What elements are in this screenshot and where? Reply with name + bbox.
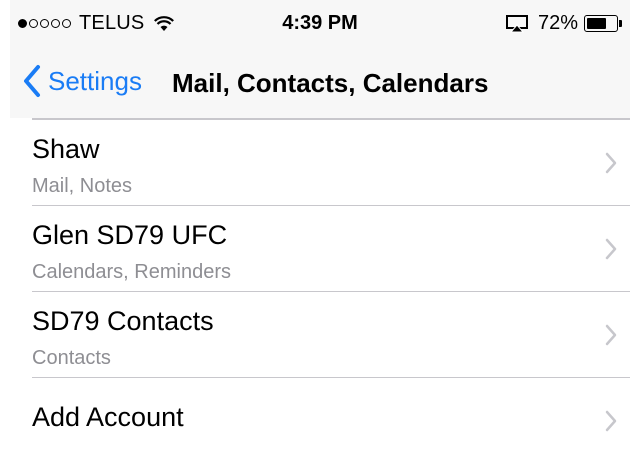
signal-dot (18, 19, 27, 28)
back-button[interactable]: Settings (22, 64, 142, 98)
account-detail: Mail, Notes (32, 175, 133, 197)
chevron-right-icon (605, 238, 617, 260)
battery-level-fill (587, 18, 606, 29)
account-detail: Calendars, Reminders (32, 261, 231, 283)
carrier-name: TELUS (79, 12, 145, 34)
back-button-label: Settings (48, 65, 142, 96)
add-account-row[interactable]: Add Account (10, 378, 630, 464)
navigation-bar: Settings Mail, Contacts, Calendars (10, 52, 630, 118)
status-right: 72% (505, 12, 622, 35)
signal-dot (62, 19, 71, 28)
battery-percent: 72% (537, 12, 578, 34)
battery-icon (584, 15, 618, 32)
account-detail: Contacts (32, 347, 111, 369)
account-name: Glen SD79 UFC (32, 220, 228, 250)
signal-dot (29, 19, 38, 28)
chevron-right-icon (605, 410, 617, 432)
settings-screen: TELUS 4:39 PM 72% Settings Mail, Contact… (10, 0, 630, 456)
battery-tip (619, 20, 622, 27)
account-name: SD79 Contacts (32, 306, 214, 336)
chevron-right-icon (605, 152, 617, 174)
signal-strength-icon (18, 19, 71, 28)
account-row-glen-sd79-ufc[interactable]: Glen SD79 UFC Calendars, Reminders (10, 206, 630, 292)
signal-dot (51, 19, 60, 28)
airplay-icon (505, 14, 528, 32)
wifi-icon (154, 15, 175, 31)
account-name: Shaw (32, 134, 100, 164)
chevron-right-icon (605, 324, 617, 346)
account-row-sd79-contacts[interactable]: SD79 Contacts Contacts (10, 292, 630, 378)
account-row-shaw[interactable]: Shaw Mail, Notes (10, 120, 630, 206)
accounts-list: Shaw Mail, Notes Glen SD79 UFC Calendars… (10, 118, 630, 464)
page-title: Mail, Contacts, Calendars (172, 68, 489, 98)
add-account-label: Add Account (32, 402, 184, 432)
status-bar: TELUS 4:39 PM 72% (10, 0, 630, 52)
chevron-left-icon (24, 65, 40, 97)
status-left: TELUS (18, 12, 175, 35)
signal-dot (40, 19, 49, 28)
